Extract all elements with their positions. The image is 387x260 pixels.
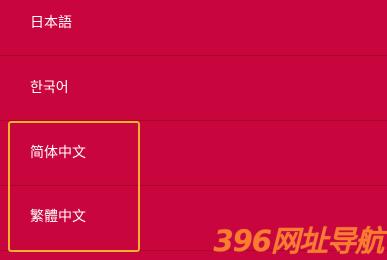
language-label: 繁體中文 [30, 209, 86, 225]
watermark-logo: 396网址导航 [213, 224, 384, 258]
language-option-simplified-chinese[interactable]: 简体中文 [0, 121, 387, 185]
language-option-korean[interactable]: 한국어 [0, 56, 387, 120]
language-label: 日本語 [30, 15, 72, 31]
language-option-japanese[interactable]: 日本語 [0, 0, 387, 55]
language-label: 한국어 [30, 80, 69, 96]
language-label: 简体中文 [30, 145, 86, 161]
